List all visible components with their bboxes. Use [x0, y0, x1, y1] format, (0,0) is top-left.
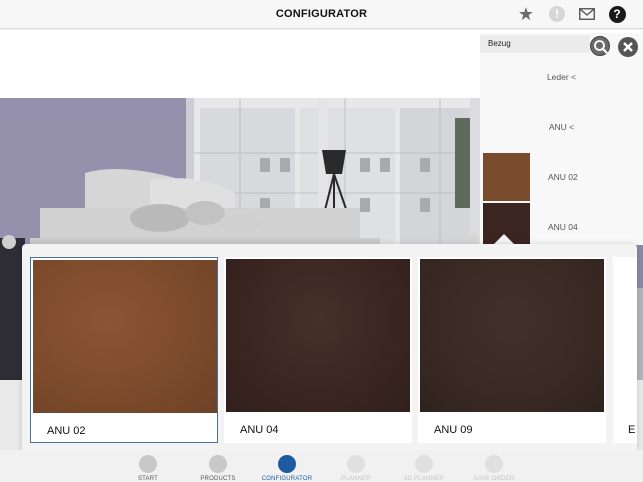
search-icon[interactable] [590, 36, 610, 56]
swatch-card-partial[interactable]: E [613, 257, 637, 443]
grid-icon [209, 455, 227, 473]
mail-icon[interactable] [578, 5, 596, 23]
help-glyph: ? [608, 5, 626, 23]
tab-label: SAVE ORDER [473, 476, 515, 482]
tab-label: START [137, 476, 159, 482]
tab-label: 3D PLANNER [404, 476, 444, 482]
help-icon[interactable]: ? [608, 5, 626, 23]
star-icon[interactable]: ★ [517, 5, 535, 23]
swatch-card-anu-04[interactable]: ANU 04 [224, 257, 412, 443]
material-panel: Bezug Leder < ANU < ANU 02 ANU 04 [480, 33, 643, 251]
category-anu[interactable]: ANU < [480, 122, 643, 132]
bottom-tab-bar: START PRODUCTS CONFIGURATOR PLANNER 3D P… [0, 450, 643, 482]
tab-configurator[interactable]: CONFIGURATOR [247, 455, 327, 482]
close-icon[interactable] [618, 37, 638, 57]
swatch-thumb-anu-02[interactable] [483, 153, 530, 201]
tab-products[interactable]: PRODUCTS [178, 455, 258, 482]
top-header: CONFIGURATOR ★ ! ? [0, 0, 643, 29]
alert-icon[interactable]: ! [548, 5, 566, 23]
planner-icon [347, 455, 365, 473]
swatch-card-label: ANU 02 [47, 425, 86, 437]
search-field[interactable]: Bezug [480, 35, 590, 53]
swatch-card-anu-02[interactable]: ANU 02 [30, 257, 218, 443]
cart-icon [485, 455, 503, 473]
wrench-icon [278, 455, 296, 473]
tab-label: CONFIGURATOR [261, 476, 313, 482]
tray-pointer [494, 234, 514, 244]
tab-start[interactable]: START [108, 455, 188, 482]
page-title: CONFIGURATOR [275, 8, 368, 20]
swatch-label-anu-02: ANU 02 [548, 172, 578, 182]
configurator-app: CONFIGURATOR ★ ! ? Bezug Leder < ANU < A… [0, 0, 643, 482]
swatch-image [33, 260, 217, 413]
category-leder[interactable]: Leder < [480, 72, 643, 82]
tab-label: PRODUCTS [200, 476, 236, 482]
swatch-image [615, 259, 637, 412]
home-icon [139, 455, 157, 473]
3d-icon [415, 455, 433, 473]
swatch-label-anu-04: ANU 04 [548, 222, 578, 232]
swatch-card-label: ANU 04 [240, 424, 279, 436]
swatch-card-label: E [628, 424, 636, 436]
swatch-image [226, 259, 410, 412]
tab-save-order[interactable]: SAVE ORDER [454, 455, 534, 482]
tab-3d-planner[interactable]: 3D PLANNER [384, 455, 464, 482]
swatch-card-anu-09[interactable]: ANU 09 [418, 257, 606, 443]
swatch-card-label: ANU 09 [434, 424, 473, 436]
alert-glyph: ! [549, 6, 565, 22]
swatch-tray: ANU 02 ANU 04 ANU 09 E [22, 244, 637, 456]
swatch-image [420, 259, 604, 412]
